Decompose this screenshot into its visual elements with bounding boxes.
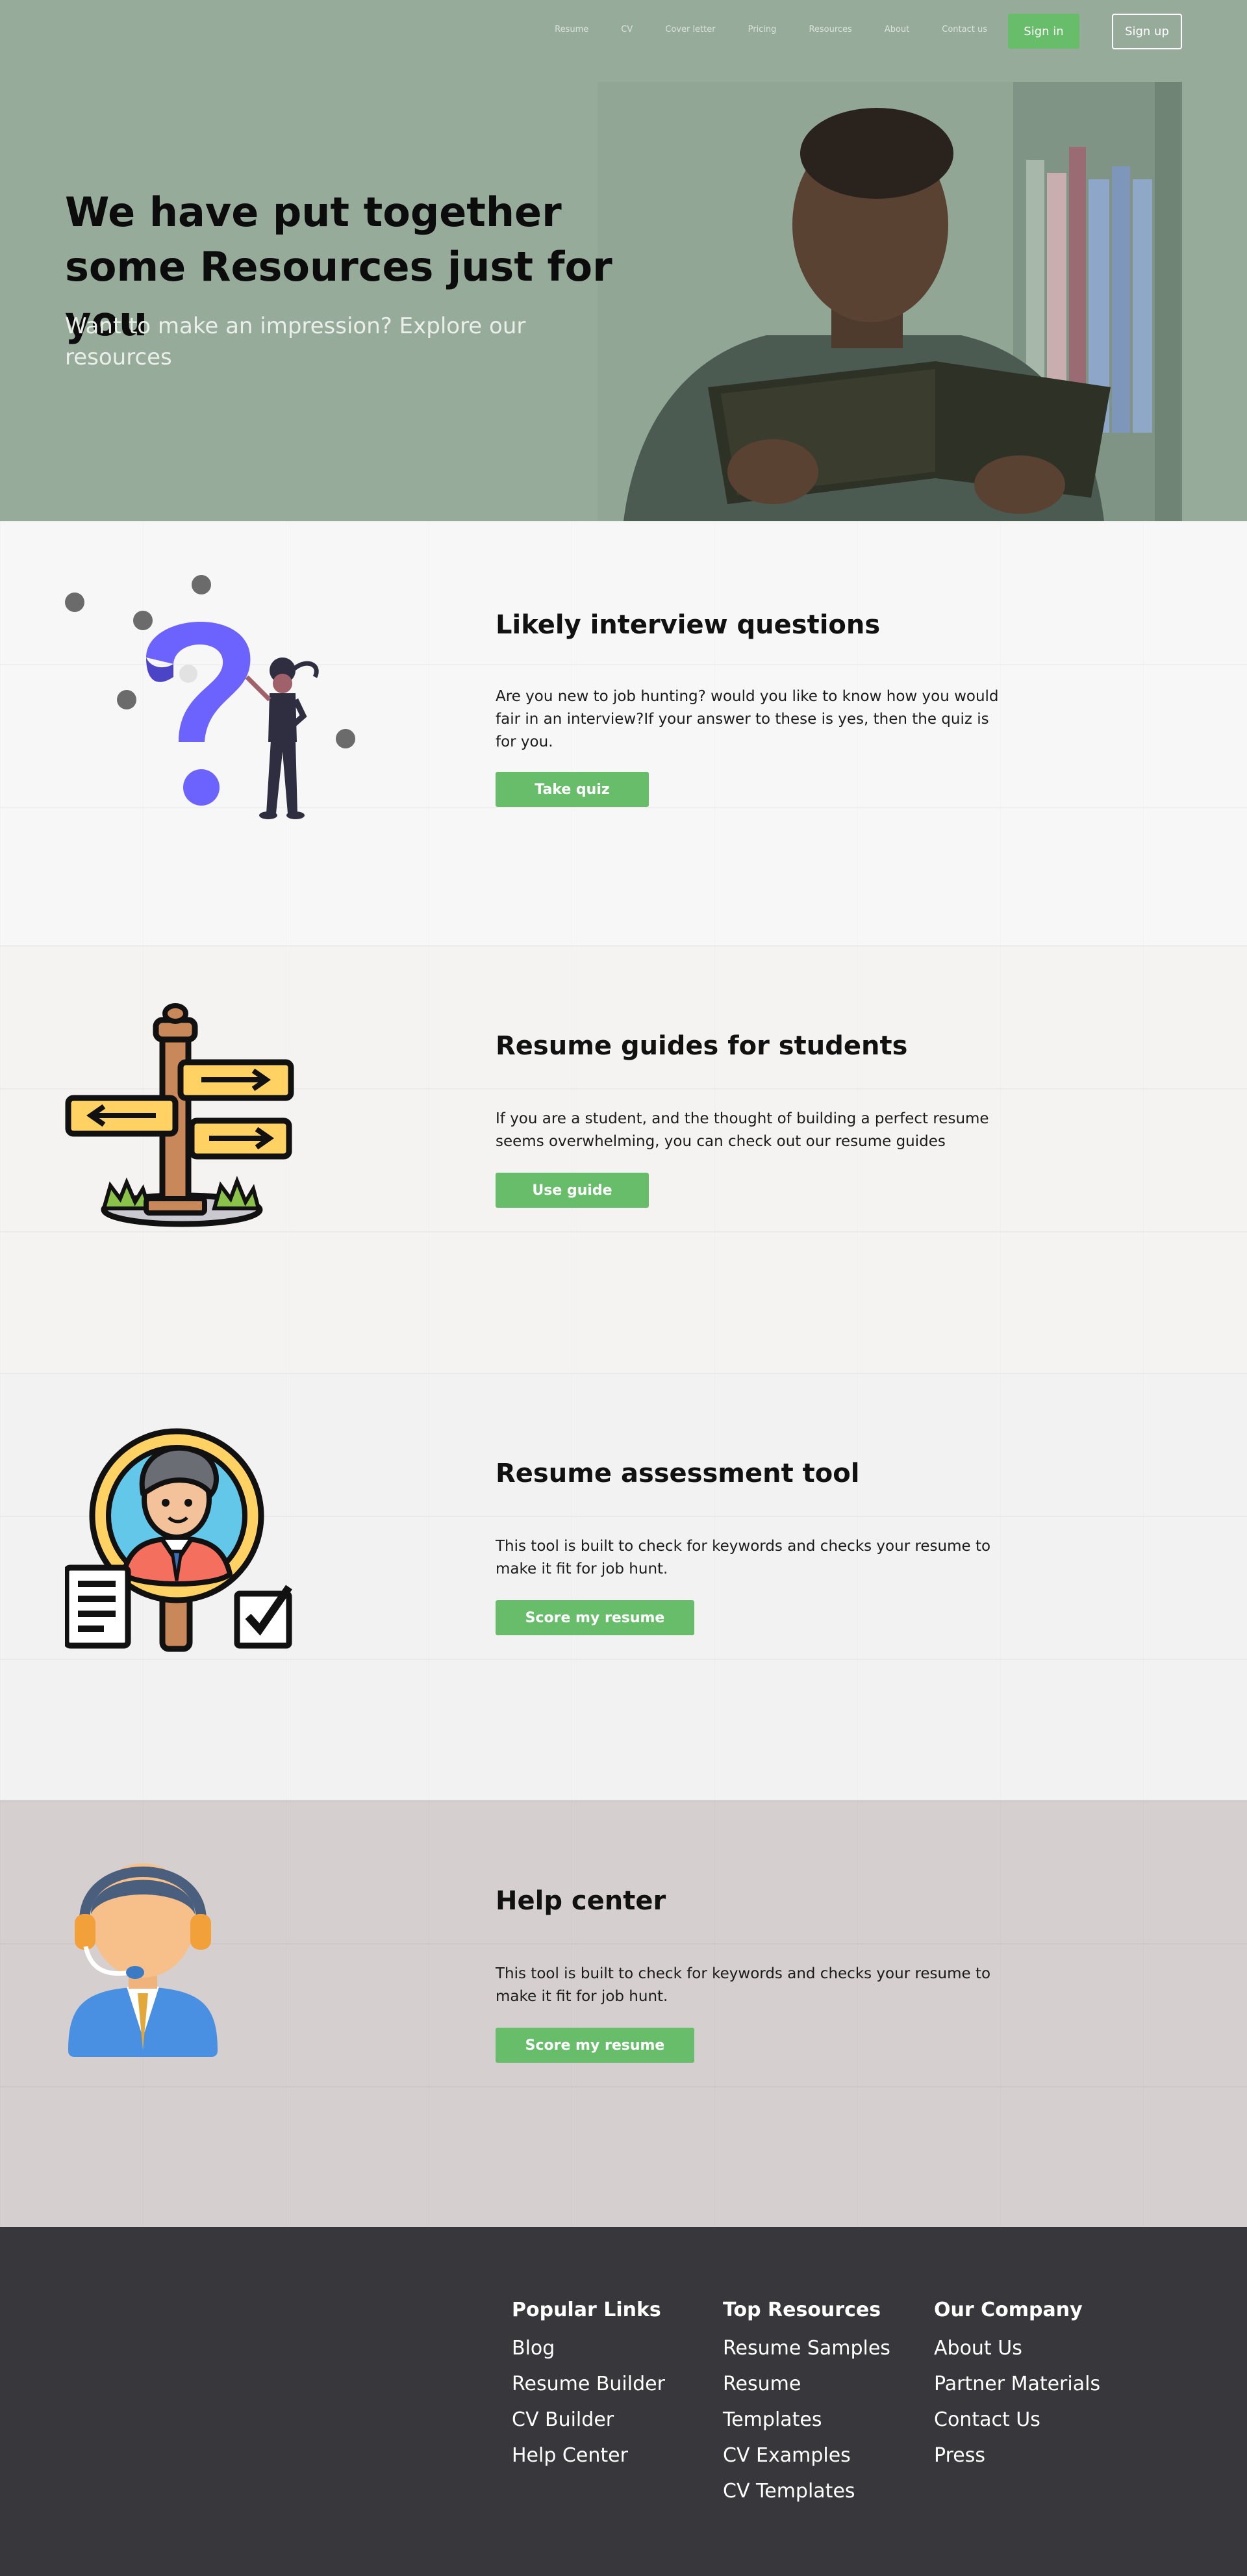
footer-link-about-us[interactable]: About Us — [934, 2330, 1100, 2366]
support-agent-headset-illustration — [68, 1863, 218, 2057]
nav-links: Resume CV Cover letter Pricing Resources… — [522, 25, 987, 34]
top-navigation: Resume CV Cover letter Pricing Resources… — [0, 0, 1247, 62]
footer-link-partner-materials[interactable]: Partner Materials — [934, 2366, 1100, 2402]
magnifier-person-checklist-illustration — [65, 1428, 292, 1652]
hero-student-reading-photo — [598, 82, 1182, 521]
take-quiz-button[interactable]: Take quiz — [496, 772, 649, 807]
section-description: This tool is built to check for keywords… — [496, 1965, 991, 2005]
section-description: Are you new to job hunting? would you li… — [496, 688, 999, 750]
use-guide-button[interactable]: Use guide — [496, 1173, 649, 1208]
section-description: If you are a student, and the thought of… — [496, 1110, 989, 1150]
hero-section: Resume CV Cover letter Pricing Resources… — [0, 0, 1247, 521]
site-footer: Popular Links Blog Resume Builder CV Bui… — [0, 2227, 1247, 2576]
signpost-illustration — [65, 1003, 294, 1227]
footer-column-heading: Popular Links — [512, 2299, 661, 2321]
help-center-section: Help center This tool is built to check … — [0, 1800, 1247, 2227]
footer-link-cv-templates[interactable]: CV Templates — [723, 2473, 890, 2509]
footer-column-popular-links: Popular Links Blog Resume Builder CV Bui… — [512, 2299, 665, 2473]
footer-column-top-resources: Top Resources Resume Samples Resume Temp… — [723, 2299, 890, 2509]
footer-link-resume[interactable]: Resume — [723, 2366, 890, 2402]
footer-link-cv-builder[interactable]: CV Builder — [512, 2402, 665, 2438]
resume-guides-section: Resume guides for students If you are a … — [0, 945, 1247, 1373]
footer-link-cv-examples[interactable]: CV Examples — [723, 2438, 890, 2473]
section-title: Resume guides for students — [496, 1031, 908, 1061]
section-title: Likely interview questions — [496, 610, 881, 640]
nav-link-resume[interactable]: Resume — [555, 25, 588, 34]
footer-link-templates[interactable]: Templates — [723, 2402, 890, 2438]
footer-link-blog[interactable]: Blog — [512, 2330, 665, 2366]
section-title: Resume assessment tool — [496, 1459, 860, 1488]
footer-link-resume-builder[interactable]: Resume Builder — [512, 2366, 665, 2402]
nav-link-about[interactable]: About — [885, 25, 909, 34]
nav-link-contact-us[interactable]: Contact us — [942, 25, 987, 34]
nav-link-cv[interactable]: CV — [621, 25, 633, 34]
footer-link-resume-samples[interactable]: Resume Samples — [723, 2330, 890, 2366]
footer-column-heading: Top Resources — [723, 2299, 881, 2321]
interview-questions-section: Likely interview questions Are you new t… — [0, 521, 1247, 945]
sign-in-button[interactable]: Sign in — [1008, 14, 1079, 49]
score-my-resume-button[interactable]: Score my resume — [496, 1600, 694, 1635]
sign-up-button[interactable]: Sign up — [1112, 14, 1182, 49]
footer-link-press[interactable]: Press — [934, 2438, 1100, 2473]
footer-link-help-center[interactable]: Help Center — [512, 2438, 665, 2473]
section-description: This tool is built to check for keywords… — [496, 1538, 991, 1577]
section-title: Help center — [496, 1886, 666, 1916]
nav-link-cover-letter[interactable]: Cover letter — [665, 25, 715, 34]
footer-link-contact-us[interactable]: Contact Us — [934, 2402, 1100, 2438]
resume-assessment-section: Resume assessment tool This tool is buil… — [0, 1373, 1247, 1800]
question-mark-person-illustration — [65, 575, 355, 819]
nav-link-resources[interactable]: Resources — [809, 25, 851, 34]
nav-link-pricing[interactable]: Pricing — [748, 25, 777, 34]
hero-subtitle: Want to make an impression? Explore our … — [65, 313, 526, 370]
score-my-resume-button[interactable]: Score my resume — [496, 2028, 694, 2063]
footer-column-our-company: Our Company About Us Partner Materials C… — [934, 2299, 1100, 2473]
footer-column-heading: Our Company — [934, 2299, 1083, 2321]
